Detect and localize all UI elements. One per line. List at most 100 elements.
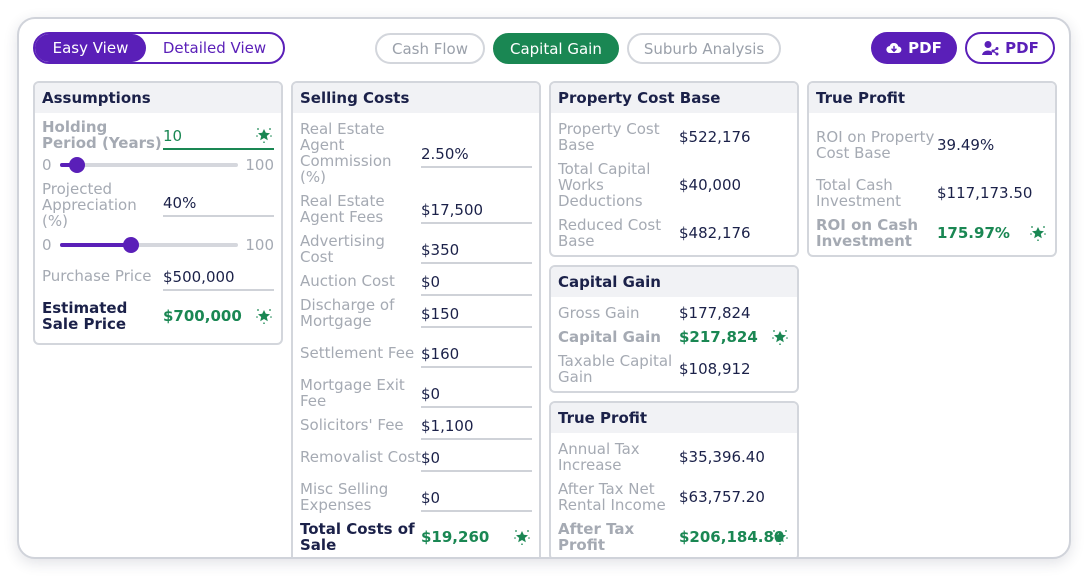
badge-icon bbox=[514, 529, 530, 545]
row-label: ROI on Property Cost Base bbox=[816, 128, 935, 162]
projected-appreciation-slider: 0 100 bbox=[42, 233, 274, 257]
badge-icon bbox=[772, 529, 788, 545]
selling-cost-input[interactable]: $0 bbox=[421, 267, 532, 296]
reduced-cost-base-row: Reduced Cost Base $482,176 bbox=[558, 213, 790, 253]
analysis-tabs: Cash Flow Capital Gain Suburb Analysis bbox=[375, 33, 782, 64]
download-pdf-button[interactable]: PDF bbox=[871, 32, 957, 64]
holding-period-row: Holding Period (Years) 10 bbox=[42, 117, 274, 153]
easy-view-option[interactable]: Easy View bbox=[35, 34, 146, 62]
taxable-capital-gain-row: Taxable Capital Gain $108,912 bbox=[558, 349, 790, 389]
slider-fill bbox=[59, 243, 132, 247]
selling-cost-label: Mortgage Exit Fee bbox=[300, 376, 405, 410]
badge-icon bbox=[772, 329, 788, 345]
selling-cost-label: Removalist Cost bbox=[300, 448, 421, 466]
total-costs-row: Total Costs of Sale $19,260 bbox=[300, 517, 532, 557]
purchase-price-label: Purchase Price bbox=[42, 267, 152, 285]
download-pdf-label: PDF bbox=[908, 39, 942, 57]
share-pdf-button[interactable]: PDF bbox=[965, 32, 1055, 64]
property-cost-base-row: Property Cost Base $522,176 bbox=[558, 117, 790, 157]
capital-gain-title: Capital Gain bbox=[551, 267, 797, 297]
purchase-price-row: Purchase Price $500,000 bbox=[42, 257, 274, 295]
projected-appreciation-row: Projected Appreciation (%) 40% bbox=[42, 177, 274, 233]
property-cost-base-panel: Property Cost Base Property Cost Base $5… bbox=[549, 81, 799, 257]
row-label: Capital Gain bbox=[558, 328, 661, 346]
selling-cost-label: Solicitors' Fee bbox=[300, 416, 404, 434]
tab-capital-gain[interactable]: Capital Gain bbox=[493, 33, 619, 64]
estimated-sale-price-row: Estimated Sale Price $700,000 bbox=[42, 295, 274, 337]
selling-cost-label: Advertising Cost bbox=[300, 232, 385, 266]
selling-cost-label: Discharge of Mortgage bbox=[300, 296, 395, 330]
roi-cash-investment-row: ROI on Cash Investment 175.97% bbox=[816, 213, 1048, 253]
badge-icon bbox=[1030, 225, 1046, 241]
selling-cost-row: Advertising Cost $350 bbox=[300, 229, 532, 269]
selling-cost-input[interactable]: $160 bbox=[421, 339, 532, 368]
selling-cost-row: Solicitors' Fee $1,100 bbox=[300, 411, 532, 440]
selling-cost-input[interactable]: $1,100 bbox=[421, 411, 532, 440]
capital-gain-row: Capital Gain $217,824 bbox=[558, 325, 790, 349]
selling-costs-panel: Selling Costs Real Estate Agent Commissi… bbox=[291, 81, 541, 557]
badge-icon bbox=[256, 127, 272, 143]
selling-cost-row: Auction Cost $0 bbox=[300, 267, 532, 296]
slider-track[interactable] bbox=[59, 237, 239, 253]
selling-cost-input[interactable]: $0 bbox=[421, 443, 532, 472]
selling-cost-row: Discharge of Mortgage $150 bbox=[300, 293, 532, 333]
pdf-actions: PDF PDF bbox=[871, 32, 1055, 64]
selling-cost-row: Mortgage Exit Fee $0 bbox=[300, 373, 532, 413]
slider-min-label: 0 bbox=[42, 156, 52, 174]
assumptions-panel: Assumptions Holding Period (Years) 10 0 … bbox=[33, 81, 283, 345]
selling-cost-input[interactable]: $17,500 bbox=[421, 195, 532, 224]
true-profit-title: True Profit bbox=[551, 403, 797, 433]
selling-cost-label: Settlement Fee bbox=[300, 344, 415, 362]
total-costs-label: Total Costs of Sale bbox=[300, 520, 415, 554]
row-value: $63,757.20 bbox=[679, 488, 765, 506]
selling-cost-label: Misc Selling Expenses bbox=[300, 480, 389, 514]
tab-suburb-analysis[interactable]: Suburb Analysis bbox=[626, 33, 782, 64]
row-value: 39.49% bbox=[937, 136, 995, 154]
total-cash-investment-row: Total Cash Investment $117,173.50 bbox=[816, 173, 1048, 213]
true-profit-panel-right: True Profit ROI on Property Cost Base 39… bbox=[807, 81, 1057, 257]
row-label: Total Capital Works Deductions bbox=[558, 160, 651, 210]
projected-appreciation-label: Projected Appreciation (%) bbox=[42, 180, 137, 230]
row-value: $40,000 bbox=[679, 176, 742, 194]
share-user-icon bbox=[982, 41, 999, 56]
slider-track[interactable] bbox=[59, 157, 239, 173]
selling-cost-label: Real Estate Agent Fees bbox=[300, 192, 385, 226]
selling-cost-row: Misc Selling Expenses $0 bbox=[300, 477, 532, 517]
property-cost-base-title: Property Cost Base bbox=[551, 83, 797, 113]
selling-cost-input[interactable]: $350 bbox=[421, 235, 532, 264]
projected-appreciation-input[interactable]: 40% bbox=[163, 188, 274, 217]
cloud-download-icon bbox=[886, 43, 902, 54]
calculator-card: Easy View Detailed View Cash Flow Capita… bbox=[17, 17, 1071, 559]
row-label: Property Cost Base bbox=[558, 120, 660, 154]
selling-cost-input[interactable]: $0 bbox=[421, 379, 532, 408]
annual-tax-increase-row: Annual Tax Increase $35,396.40 bbox=[558, 437, 790, 477]
share-pdf-label: PDF bbox=[1005, 39, 1039, 57]
selling-cost-row: Settlement Fee $160 bbox=[300, 333, 532, 373]
view-toggle: Easy View Detailed View bbox=[33, 32, 285, 64]
slider-thumb[interactable] bbox=[69, 157, 86, 173]
selling-cost-row: Removalist Cost $0 bbox=[300, 437, 532, 477]
row-label: After Tax Net Rental Income bbox=[558, 480, 666, 514]
true-profit-panel-mid: True Profit Annual Tax Increase $35,396.… bbox=[549, 401, 799, 557]
holding-period-label: Holding Period (Years) bbox=[42, 118, 162, 152]
row-value: $35,396.40 bbox=[679, 448, 765, 466]
estimated-sale-price-label: Estimated Sale Price bbox=[42, 299, 128, 333]
selling-cost-row: Real Estate Agent Commission (%) 2.50% bbox=[300, 117, 532, 189]
row-value: $482,176 bbox=[679, 224, 751, 242]
selling-cost-input[interactable]: $0 bbox=[421, 483, 532, 512]
row-label: ROI on Cash Investment bbox=[816, 216, 919, 250]
selling-cost-label: Real Estate Agent Commission (%) bbox=[300, 120, 392, 186]
selling-costs-title: Selling Costs bbox=[293, 83, 539, 113]
row-label: Annual Tax Increase bbox=[558, 440, 640, 474]
true-profit-title: True Profit bbox=[809, 83, 1055, 113]
detailed-view-option[interactable]: Detailed View bbox=[146, 34, 283, 62]
selling-cost-input[interactable]: $150 bbox=[421, 299, 532, 328]
slider-max-label: 100 bbox=[245, 236, 274, 254]
purchase-price-input[interactable]: $500,000 bbox=[163, 262, 274, 291]
badge-icon bbox=[256, 308, 272, 324]
selling-cost-input[interactable]: 2.50% bbox=[421, 139, 532, 168]
slider-thumb[interactable] bbox=[123, 237, 140, 253]
slider-max-label: 100 bbox=[245, 156, 274, 174]
row-value: $522,176 bbox=[679, 128, 751, 146]
tab-cash-flow[interactable]: Cash Flow bbox=[375, 33, 485, 64]
